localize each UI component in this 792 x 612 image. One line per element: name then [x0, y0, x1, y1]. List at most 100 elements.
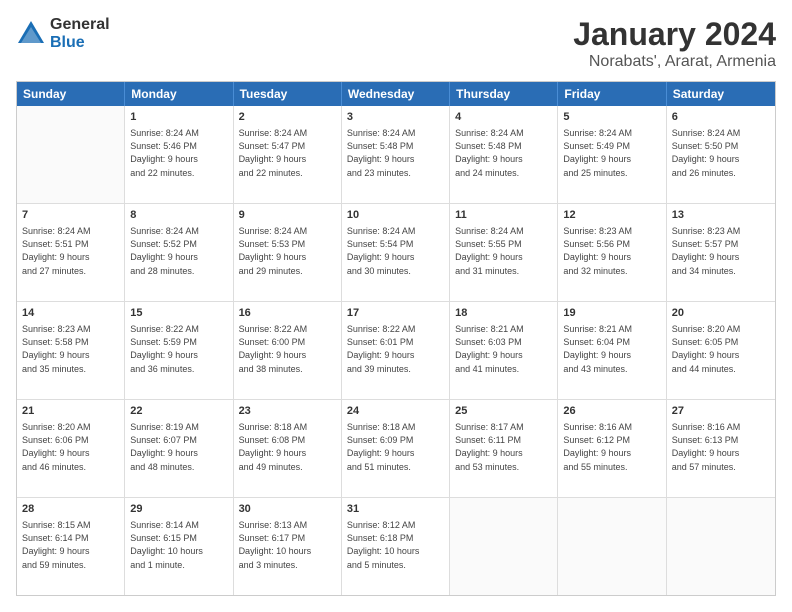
header-day-monday: Monday — [125, 82, 233, 106]
calendar-body: 1 Sunrise: 8:24 AM Sunset: 5:46 PM Daylig… — [17, 106, 775, 595]
day-cell-21: 21 Sunrise: 8:20 AM Sunset: 6:06 PM Dayli… — [17, 400, 125, 497]
header-day-tuesday: Tuesday — [234, 82, 342, 106]
day-info: Sunrise: 8:24 AM Sunset: 5:53 PM Dayligh… — [239, 225, 336, 277]
day-cell-24: 24 Sunrise: 8:18 AM Sunset: 6:09 PM Dayli… — [342, 400, 450, 497]
header: General Blue January 2024 Norabats', Ara… — [16, 16, 776, 71]
week-row-2: 14 Sunrise: 8:23 AM Sunset: 5:58 PM Dayli… — [17, 302, 775, 400]
day-info: Sunrise: 8:24 AM Sunset: 5:54 PM Dayligh… — [347, 225, 444, 277]
day-info: Sunrise: 8:24 AM Sunset: 5:50 PM Dayligh… — [672, 127, 770, 179]
empty-cell-0-0 — [17, 106, 125, 203]
day-cell-15: 15Sunrise: 8:22 AM Sunset: 5:59 PM Dayli… — [125, 302, 233, 399]
day-number: 4 — [455, 110, 552, 125]
day-cell-30: 30Sunrise: 8:13 AM Sunset: 6:17 PM Dayli… — [234, 498, 342, 595]
day-cell-11: 11Sunrise: 8:24 AM Sunset: 5:55 PM Dayli… — [450, 204, 558, 301]
week-row-4: 28 Sunrise: 8:15 AM Sunset: 6:14 PM Dayli… — [17, 498, 775, 595]
day-cell-29: 29 Sunrise: 8:14 AM Sunset: 6:15 PM Dayli… — [125, 498, 233, 595]
logo-general: General — [50, 16, 110, 34]
day-info: Sunrise: 8:24 AM Sunset: 5:46 PM Dayligh… — [130, 127, 227, 179]
day-cell-12: 12Sunrise: 8:23 AM Sunset: 5:56 PM Dayli… — [558, 204, 666, 301]
calendar: SundayMondayTuesdayWednesdayThursdayFrid… — [16, 81, 776, 596]
day-number: 17 — [347, 306, 444, 321]
day-info: Sunrise: 8:24 AM Sunset: 5:47 PM Dayligh… — [239, 127, 336, 179]
day-number: 21 — [22, 404, 119, 419]
day-info: Sunrise: 8:17 AM Sunset: 6:11 PM Dayligh… — [455, 421, 552, 473]
day-number: 29 — [130, 502, 227, 517]
day-number: 27 — [672, 404, 770, 419]
day-number: 3 — [347, 110, 444, 125]
day-number: 7 — [22, 208, 119, 223]
day-number: 23 — [239, 404, 336, 419]
day-number: 6 — [672, 110, 770, 125]
day-cell-22: 22 Sunrise: 8:19 AM Sunset: 6:07 PM Dayli… — [125, 400, 233, 497]
day-cell-14: 14 Sunrise: 8:23 AM Sunset: 5:58 PM Dayli… — [17, 302, 125, 399]
day-number: 30 — [239, 502, 336, 517]
day-number: 20 — [672, 306, 770, 321]
day-number: 10 — [347, 208, 444, 223]
week-row-0: 1 Sunrise: 8:24 AM Sunset: 5:46 PM Daylig… — [17, 106, 775, 204]
week-row-3: 21 Sunrise: 8:20 AM Sunset: 6:06 PM Dayli… — [17, 400, 775, 498]
day-cell-4: 4 Sunrise: 8:24 AM Sunset: 5:48 PM Daylig… — [450, 106, 558, 203]
day-info: Sunrise: 8:14 AM Sunset: 6:15 PM Dayligh… — [130, 519, 227, 571]
day-cell-27: 27 Sunrise: 8:16 AM Sunset: 6:13 PM Dayli… — [667, 400, 775, 497]
day-cell-16: 16Sunrise: 8:22 AM Sunset: 6:00 PM Dayli… — [234, 302, 342, 399]
day-number: 9 — [239, 208, 336, 223]
logo-text: General Blue — [50, 16, 110, 51]
day-cell-8: 8 Sunrise: 8:24 AM Sunset: 5:52 PM Daylig… — [125, 204, 233, 301]
header-day-sunday: Sunday — [17, 82, 125, 106]
day-cell-20: 20 Sunrise: 8:20 AM Sunset: 6:05 PM Dayli… — [667, 302, 775, 399]
day-info: Sunrise: 8:24 AM Sunset: 5:48 PM Dayligh… — [455, 127, 552, 179]
week-row-1: 7Sunrise: 8:24 AM Sunset: 5:51 PM Daylig… — [17, 204, 775, 302]
day-info: Sunrise: 8:23 AM Sunset: 5:58 PM Dayligh… — [22, 323, 119, 375]
day-info: Sunrise: 8:24 AM Sunset: 5:48 PM Dayligh… — [347, 127, 444, 179]
month-title: January 2024 — [573, 16, 776, 53]
header-day-wednesday: Wednesday — [342, 82, 450, 106]
day-cell-13: 13 Sunrise: 8:23 AM Sunset: 5:57 PM Dayli… — [667, 204, 775, 301]
day-info: Sunrise: 8:12 AM Sunset: 6:18 PM Dayligh… — [347, 519, 444, 571]
day-info: Sunrise: 8:15 AM Sunset: 6:14 PM Dayligh… — [22, 519, 119, 571]
day-cell-3: 3 Sunrise: 8:24 AM Sunset: 5:48 PM Daylig… — [342, 106, 450, 203]
logo: General Blue — [16, 16, 110, 51]
day-info: Sunrise: 8:24 AM Sunset: 5:55 PM Dayligh… — [455, 225, 552, 277]
day-number: 13 — [672, 208, 770, 223]
day-number: 19 — [563, 306, 660, 321]
day-info: Sunrise: 8:21 AM Sunset: 6:03 PM Dayligh… — [455, 323, 552, 375]
title-block: January 2024 Norabats', Ararat, Armenia — [573, 16, 776, 71]
day-info: Sunrise: 8:18 AM Sunset: 6:09 PM Dayligh… — [347, 421, 444, 473]
day-cell-2: 2 Sunrise: 8:24 AM Sunset: 5:47 PM Daylig… — [234, 106, 342, 203]
day-info: Sunrise: 8:20 AM Sunset: 6:06 PM Dayligh… — [22, 421, 119, 473]
day-number: 22 — [130, 404, 227, 419]
day-info: Sunrise: 8:24 AM Sunset: 5:49 PM Dayligh… — [563, 127, 660, 179]
header-day-thursday: Thursday — [450, 82, 558, 106]
logo-icon — [16, 19, 46, 49]
day-number: 16 — [239, 306, 336, 321]
day-number: 18 — [455, 306, 552, 321]
day-info: Sunrise: 8:16 AM Sunset: 6:13 PM Dayligh… — [672, 421, 770, 473]
day-number: 25 — [455, 404, 552, 419]
day-cell-6: 6 Sunrise: 8:24 AM Sunset: 5:50 PM Daylig… — [667, 106, 775, 203]
day-cell-25: 25 Sunrise: 8:17 AM Sunset: 6:11 PM Dayli… — [450, 400, 558, 497]
day-info: Sunrise: 8:19 AM Sunset: 6:07 PM Dayligh… — [130, 421, 227, 473]
day-cell-28: 28 Sunrise: 8:15 AM Sunset: 6:14 PM Dayli… — [17, 498, 125, 595]
day-number: 24 — [347, 404, 444, 419]
day-number: 2 — [239, 110, 336, 125]
day-info: Sunrise: 8:23 AM Sunset: 5:57 PM Dayligh… — [672, 225, 770, 277]
header-day-saturday: Saturday — [667, 82, 775, 106]
empty-cell-4-5 — [558, 498, 666, 595]
empty-cell-4-4 — [450, 498, 558, 595]
logo-blue: Blue — [50, 34, 110, 52]
day-cell-1: 1 Sunrise: 8:24 AM Sunset: 5:46 PM Daylig… — [125, 106, 233, 203]
day-info: Sunrise: 8:23 AM Sunset: 5:56 PM Dayligh… — [563, 225, 660, 277]
day-number: 14 — [22, 306, 119, 321]
day-number: 28 — [22, 502, 119, 517]
day-info: Sunrise: 8:16 AM Sunset: 6:12 PM Dayligh… — [563, 421, 660, 473]
day-info: Sunrise: 8:22 AM Sunset: 6:01 PM Dayligh… — [347, 323, 444, 375]
day-info: Sunrise: 8:24 AM Sunset: 5:52 PM Dayligh… — [130, 225, 227, 277]
day-cell-23: 23 Sunrise: 8:18 AM Sunset: 6:08 PM Dayli… — [234, 400, 342, 497]
day-number: 26 — [563, 404, 660, 419]
page: General Blue January 2024 Norabats', Ara… — [0, 0, 792, 612]
day-info: Sunrise: 8:20 AM Sunset: 6:05 PM Dayligh… — [672, 323, 770, 375]
day-info: Sunrise: 8:22 AM Sunset: 5:59 PM Dayligh… — [130, 323, 227, 375]
day-number: 8 — [130, 208, 227, 223]
day-number: 1 — [130, 110, 227, 125]
day-info: Sunrise: 8:18 AM Sunset: 6:08 PM Dayligh… — [239, 421, 336, 473]
